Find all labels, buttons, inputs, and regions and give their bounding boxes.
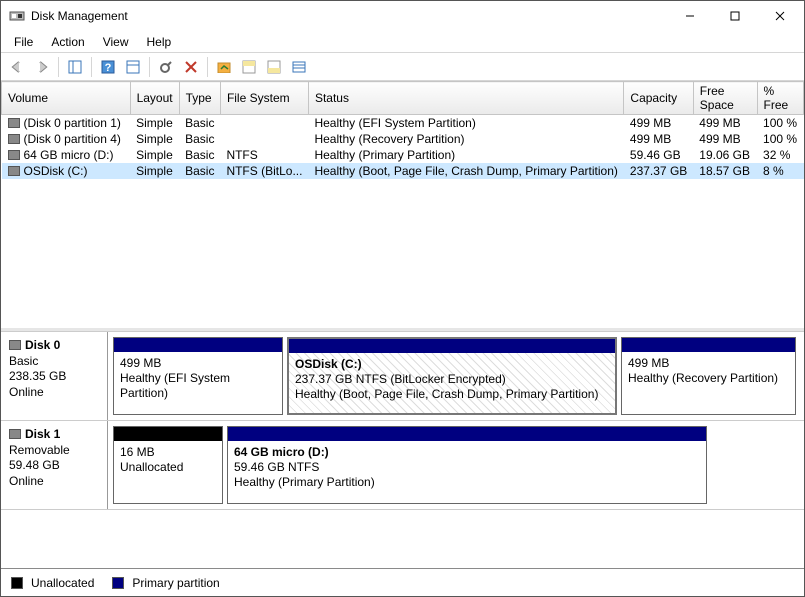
forward-button[interactable] — [30, 55, 54, 79]
partition-body: 64 GB micro (D:)59.46 GB NTFSHealthy (Pr… — [228, 441, 706, 503]
col-status[interactable]: Status — [308, 82, 623, 115]
legend-label: Primary partition — [132, 576, 219, 590]
toolbar: ? — [1, 53, 804, 81]
titlebar: Disk Management — [1, 1, 804, 31]
partition[interactable]: 64 GB micro (D:)59.46 GB NTFSHealthy (Pr… — [227, 426, 707, 504]
content-area: Volume Layout Type File System Status Ca… — [1, 81, 804, 596]
col-type[interactable]: Type — [179, 82, 220, 115]
help-button[interactable]: ? — [96, 55, 120, 79]
disk-row: Disk 1Removable59.48 GBOnline16 MBUnallo… — [1, 421, 804, 510]
volume-row[interactable]: (Disk 0 partition 4)SimpleBasicHealthy (… — [2, 131, 804, 147]
app-icon — [9, 8, 25, 24]
legend-swatch — [112, 577, 124, 589]
partition-body: 16 MBUnallocated — [114, 441, 222, 503]
partition-stripe — [228, 427, 706, 441]
refresh-button[interactable] — [154, 55, 178, 79]
partition-body: 499 MBHealthy (Recovery Partition) — [622, 352, 795, 414]
partition-stripe — [114, 427, 222, 441]
volume-table: Volume Layout Type File System Status Ca… — [1, 81, 804, 179]
partition[interactable]: 16 MBUnallocated — [113, 426, 223, 504]
back-button[interactable] — [5, 55, 29, 79]
partition[interactable]: OSDisk (C:)237.37 GB NTFS (BitLocker Enc… — [287, 337, 617, 415]
menubar: File Action View Help — [1, 31, 804, 53]
partition[interactable]: 499 MBHealthy (EFI System Partition) — [113, 337, 283, 415]
disk-row: Disk 0Basic238.35 GBOnline499 MBHealthy … — [1, 332, 804, 421]
disk-partitions: 499 MBHealthy (EFI System Partition)OSDi… — [108, 332, 804, 420]
disk-management-window: Disk Management File Action View Help ? … — [0, 0, 805, 597]
disk-meta[interactable]: Disk 1Removable59.48 GBOnline — [1, 421, 108, 509]
col-filesystem[interactable]: File System — [220, 82, 308, 115]
legend-swatch — [11, 577, 23, 589]
partition-stripe — [289, 339, 615, 353]
partition-body: OSDisk (C:)237.37 GB NTFS (BitLocker Enc… — [289, 353, 615, 413]
col-layout[interactable]: Layout — [130, 82, 179, 115]
console-tree-button[interactable] — [121, 55, 145, 79]
disk-icon — [9, 340, 21, 350]
disk-graphical-pane: Disk 0Basic238.35 GBOnline499 MBHealthy … — [1, 331, 804, 568]
volume-row[interactable]: (Disk 0 partition 1)SimpleBasicHealthy (… — [2, 115, 804, 132]
col-volume[interactable]: Volume — [2, 82, 131, 115]
partition[interactable]: 499 MBHealthy (Recovery Partition) — [621, 337, 796, 415]
col-capacity[interactable]: Capacity — [624, 82, 693, 115]
menu-view[interactable]: View — [94, 33, 138, 51]
settings-button[interactable] — [212, 55, 236, 79]
partition-body: 499 MBHealthy (EFI System Partition) — [114, 352, 282, 414]
legend-label: Unallocated — [31, 576, 94, 590]
disk-icon — [8, 118, 20, 128]
maximize-button[interactable] — [712, 2, 757, 30]
volume-list-pane: Volume Layout Type File System Status Ca… — [1, 81, 804, 331]
partition-stripe — [622, 338, 795, 352]
list-view-button[interactable] — [287, 55, 311, 79]
volume-row[interactable]: OSDisk (C:)SimpleBasicNTFS (BitLo...Heal… — [2, 163, 804, 179]
disk-meta[interactable]: Disk 0Basic238.35 GBOnline — [1, 332, 108, 420]
col-freespace[interactable]: Free Space — [693, 82, 757, 115]
legend: Unallocated Primary partition — [1, 568, 804, 596]
close-button[interactable] — [757, 2, 802, 30]
menu-action[interactable]: Action — [42, 33, 93, 51]
show-hide-console-tree-button[interactable] — [63, 55, 87, 79]
disk-partitions: 16 MBUnallocated64 GB micro (D:)59.46 GB… — [108, 421, 804, 509]
partition-stripe — [114, 338, 282, 352]
menu-help[interactable]: Help — [138, 33, 181, 51]
bottom-view-button[interactable] — [262, 55, 286, 79]
volume-header-row: Volume Layout Type File System Status Ca… — [2, 82, 804, 115]
disk-icon — [8, 134, 20, 144]
col-pctfree[interactable]: % Free — [757, 82, 803, 115]
disk-icon — [8, 166, 20, 176]
top-view-button[interactable] — [237, 55, 261, 79]
menu-file[interactable]: File — [5, 33, 42, 51]
svg-text:?: ? — [105, 62, 112, 74]
disk-icon — [9, 429, 21, 439]
minimize-button[interactable] — [667, 2, 712, 30]
disk-icon — [8, 150, 20, 160]
window-title: Disk Management — [31, 9, 667, 23]
delete-button[interactable] — [179, 55, 203, 79]
volume-row[interactable]: 64 GB micro (D:)SimpleBasicNTFSHealthy (… — [2, 147, 804, 163]
